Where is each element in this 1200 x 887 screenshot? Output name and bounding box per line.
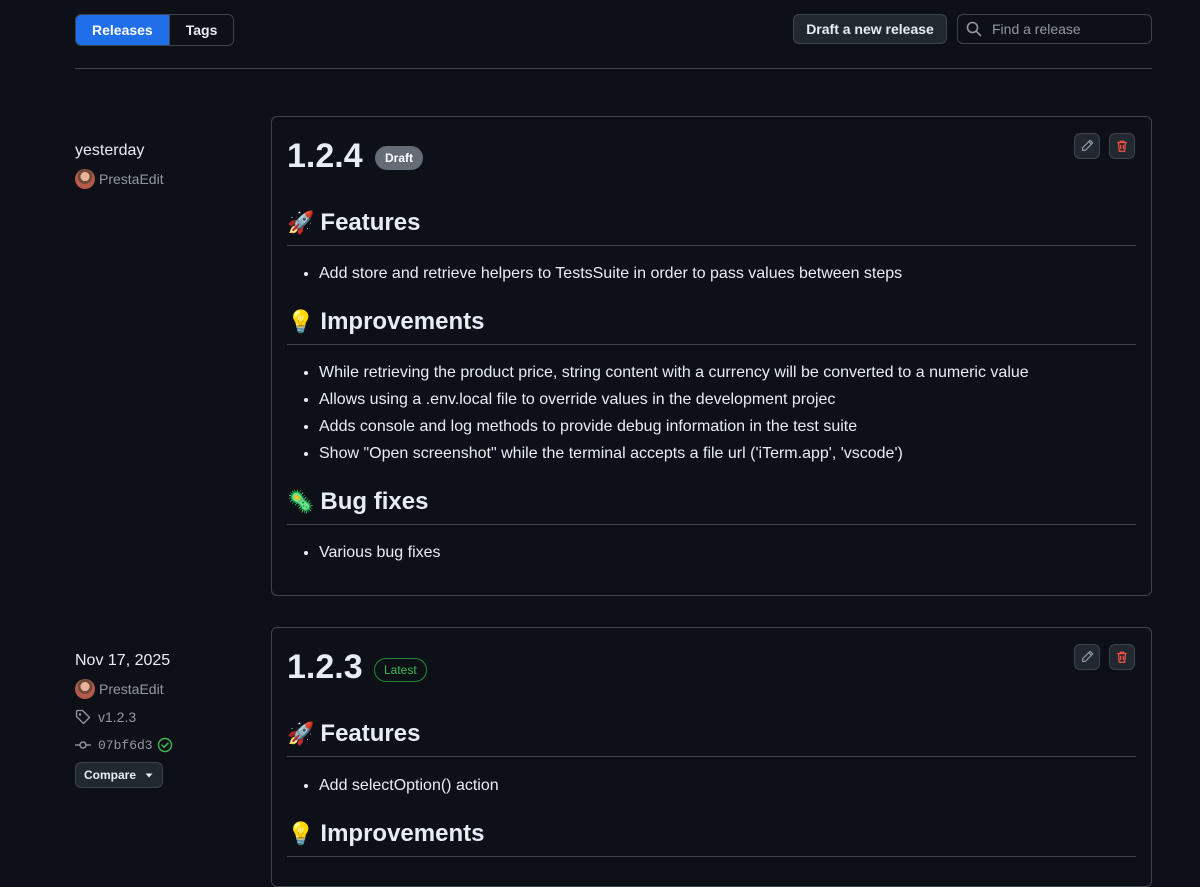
list-item: While retrieving the product price, stri…: [319, 359, 1029, 386]
delete-release-button[interactable]: [1109, 644, 1135, 670]
find-release-search[interactable]: [957, 14, 1152, 44]
release-card-2: 1.2.3 Latest 🚀 Features Add selectOption…: [271, 627, 1152, 887]
release-card-1: 1.2.4 Draft 🚀 Features Add store and ret…: [271, 116, 1152, 596]
list-item: Various bug fixes: [319, 539, 441, 566]
release-title[interactable]: 1.2.4: [287, 137, 363, 176]
list-item: Add selectOption() action: [319, 772, 499, 799]
section-heading-improvements: 💡 Improvements: [287, 308, 1136, 345]
avatar: [75, 169, 95, 189]
bug-fixes-list: Various bug fixes: [287, 539, 441, 566]
list-item: Adds console and log methods to provide …: [319, 413, 1029, 440]
tag-icon: [75, 709, 91, 725]
microbe-icon: 🦠: [287, 489, 315, 514]
draft-new-release-button[interactable]: Draft a new release: [793, 14, 947, 44]
release-author[interactable]: PrestaEdit: [75, 679, 173, 699]
releases-tags-switch: Releases Tags: [75, 14, 235, 46]
release-meta-1: yesterday PrestaEdit: [75, 142, 164, 189]
compare-dropdown-button[interactable]: Compare: [75, 762, 164, 788]
list-item: Allows using a .env.local file to overri…: [319, 386, 1029, 413]
search-icon: [966, 21, 982, 37]
release-author[interactable]: PrestaEdit: [75, 169, 164, 189]
trash-icon: [1117, 651, 1127, 663]
releases-toolbar: Releases Tags Draft a new release: [75, 14, 1152, 46]
list-item: Add store and retrieve helpers to TestsS…: [319, 260, 902, 287]
release-title[interactable]: 1.2.3: [287, 648, 363, 687]
search-input[interactable]: [990, 20, 1144, 38]
improvements-list: While retrieving the product price, stri…: [287, 359, 1029, 467]
section-heading-bug-fixes: 🦠 Bug fixes: [287, 488, 1136, 525]
section-title: Features: [320, 720, 421, 747]
author-name[interactable]: PrestaEdit: [99, 171, 164, 187]
edit-release-button[interactable]: [1074, 133, 1100, 159]
lightbulb-icon: 💡: [287, 309, 315, 334]
pencil-icon: [1082, 650, 1094, 662]
tab-releases[interactable]: Releases: [76, 15, 169, 45]
release-meta-2: Nov 17, 2025 PrestaEdit v1.2.3 07bf6d3 C…: [75, 652, 173, 788]
section-title: Features: [320, 209, 421, 236]
lightbulb-icon: 💡: [287, 821, 315, 846]
section-heading-improvements: 💡 Improvements: [287, 820, 1136, 857]
section-title: Bug fixes: [320, 488, 429, 515]
edit-release-button[interactable]: [1074, 644, 1100, 670]
draft-badge: Draft: [375, 146, 424, 170]
commit-sha[interactable]: 07bf6d3: [98, 738, 153, 753]
tag-name[interactable]: v1.2.3: [98, 709, 136, 725]
section-title: Improvements: [320, 820, 485, 847]
commit-icon: [75, 741, 91, 749]
section-heading-features: 🚀 Features: [287, 209, 1136, 246]
verified-check-icon: [157, 737, 172, 753]
section-heading-features: 🚀 Features: [287, 720, 1136, 757]
list-item: Show "Open screenshot" while the termina…: [319, 440, 1029, 467]
latest-badge: Latest: [374, 658, 427, 682]
release-tag[interactable]: v1.2.3: [75, 708, 173, 726]
pencil-icon: [1082, 139, 1094, 151]
features-list: Add selectOption() action: [287, 772, 499, 799]
avatar: [75, 679, 95, 699]
toolbar-divider: [75, 68, 1152, 69]
caret-down-icon: [145, 773, 153, 778]
compare-label: Compare: [84, 768, 137, 782]
trash-icon: [1117, 140, 1127, 152]
release-commit[interactable]: 07bf6d3: [75, 736, 173, 754]
delete-release-button[interactable]: [1109, 133, 1135, 159]
section-title: Improvements: [320, 308, 485, 335]
rocket-icon: 🚀: [287, 721, 315, 746]
tab-tags[interactable]: Tags: [168, 15, 234, 45]
release-date: yesterday: [75, 142, 145, 159]
author-name[interactable]: PrestaEdit: [99, 681, 164, 697]
rocket-icon: 🚀: [287, 210, 315, 235]
release-date: Nov 17, 2025: [75, 652, 171, 669]
features-list: Add store and retrieve helpers to TestsS…: [287, 260, 902, 287]
